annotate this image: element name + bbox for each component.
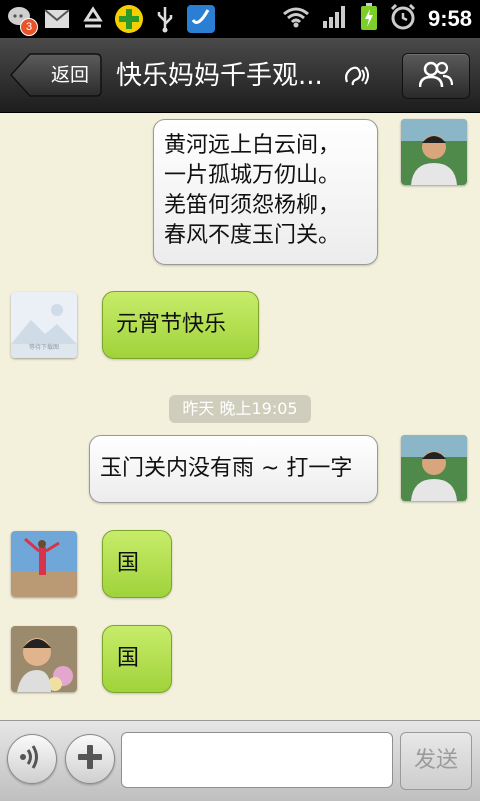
wifi-icon bbox=[282, 6, 310, 32]
avatar-self[interactable] bbox=[401, 435, 467, 501]
chat-message-list[interactable]: 黄河远上白云间， 一片孤城万仞山。 羌笛何须怨杨柳， 春风不度玉门关。 等待下载… bbox=[0, 113, 480, 720]
message-bubble-incoming[interactable]: 国 bbox=[102, 625, 172, 693]
avatar-contact-child[interactable] bbox=[11, 626, 77, 692]
message-timestamp: 昨天 晚上19:05 bbox=[169, 395, 311, 423]
usb-icon bbox=[150, 4, 180, 34]
notification-count-badge: 3 bbox=[20, 18, 38, 36]
battery-charging-icon bbox=[360, 3, 378, 35]
signal-icon bbox=[322, 5, 348, 33]
message-text-line: 元宵节快乐 bbox=[116, 312, 227, 337]
message-text-line: 国 bbox=[117, 551, 140, 576]
back-button-label: 返回 bbox=[50, 64, 89, 86]
recycle-icon bbox=[78, 4, 108, 34]
voice-input-icon bbox=[17, 742, 47, 776]
message-bubble-incoming[interactable]: 国 bbox=[102, 530, 172, 598]
avatar-contact-beach[interactable] bbox=[11, 531, 77, 597]
add-attachment-button[interactable] bbox=[65, 734, 115, 784]
message-text-line: 春风不度玉门关。 bbox=[164, 223, 341, 248]
send-button[interactable]: 发送 bbox=[400, 732, 472, 790]
chat-title: 快乐妈妈千手观... bbox=[116, 61, 323, 91]
back-button[interactable]: 返回 bbox=[10, 53, 102, 97]
plus-app-icon bbox=[114, 4, 144, 34]
message-input[interactable] bbox=[121, 732, 393, 788]
input-bar: 发送 bbox=[0, 720, 480, 801]
alarm-icon bbox=[390, 3, 416, 34]
message-text-line: 羌笛何须怨杨柳， bbox=[164, 193, 341, 218]
earpiece-mode-icon bbox=[343, 64, 369, 92]
message-text-line: 一片孤城万仞山。 bbox=[164, 163, 341, 188]
clock: 9:58 bbox=[427, 6, 472, 31]
group-members-button[interactable] bbox=[402, 53, 470, 99]
message-text-line: 黄河远上白云间， bbox=[164, 133, 341, 158]
avatar-caption: 等待下载图 bbox=[28, 344, 59, 351]
system-icons: 9:58 bbox=[282, 0, 472, 38]
mail-icon bbox=[42, 4, 72, 34]
avatar-self[interactable] bbox=[401, 119, 467, 185]
notification-icons: 3 bbox=[6, 2, 216, 36]
message-bubble-outgoing[interactable]: 玉门关内没有雨 ~ 打一字 bbox=[89, 435, 378, 503]
app-check-icon bbox=[186, 4, 216, 34]
voice-input-button[interactable] bbox=[7, 734, 57, 784]
status-bar: 3 9:58 bbox=[0, 0, 480, 38]
group-members-icon bbox=[418, 60, 454, 92]
message-bubble-incoming[interactable]: 元宵节快乐 bbox=[102, 291, 259, 359]
chat-notification-icon: 3 bbox=[6, 4, 38, 36]
message-text-line: 国 bbox=[117, 646, 140, 671]
message-bubble-outgoing[interactable]: 黄河远上白云间， 一片孤城万仞山。 羌笛何须怨杨柳， 春风不度玉门关。 bbox=[153, 119, 378, 265]
add-attachment-icon bbox=[76, 743, 104, 775]
avatar-placeholder[interactable]: 等待下载图 bbox=[11, 292, 77, 358]
chat-header: 返回 快乐妈妈千手观... bbox=[0, 38, 480, 113]
message-text-line: 玉门关内没有雨 ~ 打一字 bbox=[100, 456, 353, 481]
